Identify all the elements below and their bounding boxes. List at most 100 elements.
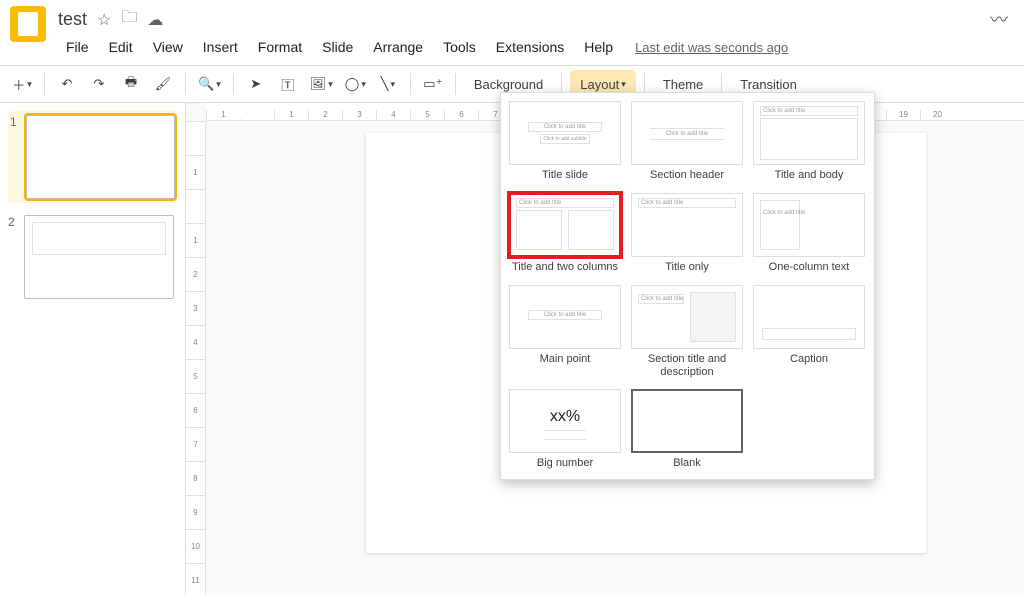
- slide-number: 2: [8, 215, 18, 299]
- layout-option-big-number[interactable]: xx% Big number: [509, 389, 621, 471]
- ruler-tick: 5: [186, 359, 205, 393]
- layout-label: Blank: [673, 457, 701, 471]
- menu-view[interactable]: View: [145, 35, 191, 59]
- textbox-button[interactable]: 🅃: [274, 70, 302, 98]
- document-name[interactable]: test: [58, 9, 87, 30]
- ruler-tick: 1: [274, 110, 308, 120]
- layout-label: Title only: [665, 261, 709, 275]
- layout-option-section-header[interactable]: Click to add title Section header: [631, 101, 743, 183]
- ruler-tick: 2: [308, 110, 342, 120]
- menu-format[interactable]: Format: [250, 35, 310, 59]
- slide-thumbnail[interactable]: [24, 215, 174, 299]
- preview-caption-bar: [762, 328, 856, 340]
- vertical-ruler: 1 1 2 3 4 5 6 7 8 9 10 11: [186, 121, 206, 595]
- preview-body: [760, 118, 858, 160]
- menu-edit[interactable]: Edit: [101, 35, 141, 59]
- layout-label: Caption: [790, 353, 828, 367]
- thumb-placeholder: [32, 222, 165, 255]
- shape-button[interactable]: ◯▾: [341, 70, 370, 98]
- new-slide-button[interactable]: ＋▾: [8, 70, 36, 98]
- slide-thumb-row[interactable]: 2: [8, 215, 177, 299]
- preview-title: Click to add title: [516, 198, 614, 208]
- slides-logo-icon[interactable]: [10, 6, 46, 42]
- preview-title: Click to add title: [528, 122, 602, 132]
- separator: [233, 73, 234, 95]
- layout-option-title-only[interactable]: Click to add title Title only: [631, 193, 743, 275]
- undo-button[interactable]: ↶: [53, 70, 81, 98]
- line-button[interactable]: ╲▾: [374, 70, 402, 98]
- menubar: File Edit View Insert Format Slide Arran…: [58, 33, 990, 65]
- select-tool-button[interactable]: ➤: [242, 70, 270, 98]
- comment-button[interactable]: ▭⁺: [419, 70, 447, 98]
- menu-file[interactable]: File: [58, 35, 97, 59]
- menu-arrange[interactable]: Arrange: [365, 35, 431, 59]
- move-to-folder-icon[interactable]: 🗀: [121, 6, 137, 33]
- zoom-button[interactable]: 🔍▾: [194, 70, 225, 98]
- paint-format-button[interactable]: 🖌: [149, 70, 177, 98]
- preview-column: Click to add title: [760, 200, 800, 250]
- layout-option-one-column-text[interactable]: Click to add title One-column text: [753, 193, 865, 275]
- ruler-tick: 19: [886, 110, 920, 120]
- separator: [44, 73, 45, 95]
- separator: [410, 73, 411, 95]
- ruler-tick: 2: [186, 257, 205, 291]
- preview-column-right: [568, 210, 614, 250]
- ruler-tick: 6: [186, 393, 205, 427]
- activity-icon[interactable]: 〰: [990, 6, 1008, 32]
- last-edit-link[interactable]: Last edit was seconds ago: [635, 40, 788, 55]
- preview-title: Click to add title: [528, 310, 602, 320]
- menu-help[interactable]: Help: [576, 35, 621, 59]
- layout-popup: Click to add title Click to add subtitle…: [500, 92, 875, 480]
- layout-option-caption[interactable]: Caption: [753, 285, 865, 379]
- layout-option-title-and-body[interactable]: Click to add title Title and body: [753, 101, 865, 183]
- preview-big-sub: [544, 430, 586, 440]
- slide-thumbnail[interactable]: [26, 115, 175, 199]
- layout-label: Title and body: [775, 169, 844, 183]
- ruler-tick: 10: [186, 529, 205, 563]
- layout-button-label: Layout: [580, 77, 619, 92]
- menu-tools[interactable]: Tools: [435, 35, 484, 59]
- ruler-tick: 3: [342, 110, 376, 120]
- ruler-tick: [186, 189, 205, 223]
- preview-title: Click to add title: [761, 209, 807, 217]
- preview-title: Click to add title: [760, 106, 858, 116]
- layout-option-section-title-description[interactable]: Click to add title Section title and des…: [631, 285, 743, 379]
- menu-slide[interactable]: Slide: [314, 35, 361, 59]
- ruler-tick: 4: [376, 110, 410, 120]
- menu-extensions[interactable]: Extensions: [488, 35, 572, 59]
- separator: [185, 73, 186, 95]
- layout-option-title-slide[interactable]: Click to add title Click to add subtitle…: [509, 101, 621, 183]
- ruler-tick: 3: [186, 291, 205, 325]
- layout-label: One-column text: [769, 261, 850, 275]
- preview-title: Click to add title: [638, 198, 736, 208]
- cloud-status-icon[interactable]: ☁: [147, 10, 163, 30]
- star-icon[interactable]: ☆: [97, 10, 111, 30]
- ruler-tick: 11: [186, 563, 205, 595]
- ruler-tick: 5: [410, 110, 444, 120]
- ruler-tick: [186, 121, 205, 155]
- preview-column-left: [516, 210, 562, 250]
- layout-label: Main point: [540, 353, 591, 367]
- ruler-tick: 9: [186, 495, 205, 529]
- layout-option-blank[interactable]: Blank: [631, 389, 743, 471]
- menu-insert[interactable]: Insert: [195, 35, 246, 59]
- preview-description-pane: [690, 292, 736, 342]
- preview-title: Click to add title: [650, 128, 724, 140]
- layout-option-main-point[interactable]: Click to add title Main point: [509, 285, 621, 379]
- ruler-tick: 6: [444, 110, 478, 120]
- layout-label: Section header: [650, 169, 724, 183]
- image-button[interactable]: 🖼▾: [306, 70, 337, 98]
- slide-panel[interactable]: 1 2: [0, 103, 186, 595]
- preview-title: Click to add title: [638, 294, 684, 304]
- ruler-tick: 20: [920, 110, 954, 120]
- layout-option-title-and-two-columns[interactable]: Click to add title Title and two columns: [509, 193, 621, 275]
- print-button[interactable]: 🖶: [117, 70, 145, 98]
- ruler-tick: [240, 119, 274, 120]
- redo-button[interactable]: ↷: [85, 70, 113, 98]
- ruler-tick: 8: [186, 461, 205, 495]
- slide-thumb-row[interactable]: 1: [8, 111, 177, 203]
- ruler-tick: 1: [186, 155, 205, 189]
- layout-label: Title and two columns: [512, 261, 618, 275]
- ruler-tick: 1: [206, 110, 240, 120]
- titlebar: test ☆ 🗀 ☁ File Edit View Insert Format …: [0, 0, 1024, 65]
